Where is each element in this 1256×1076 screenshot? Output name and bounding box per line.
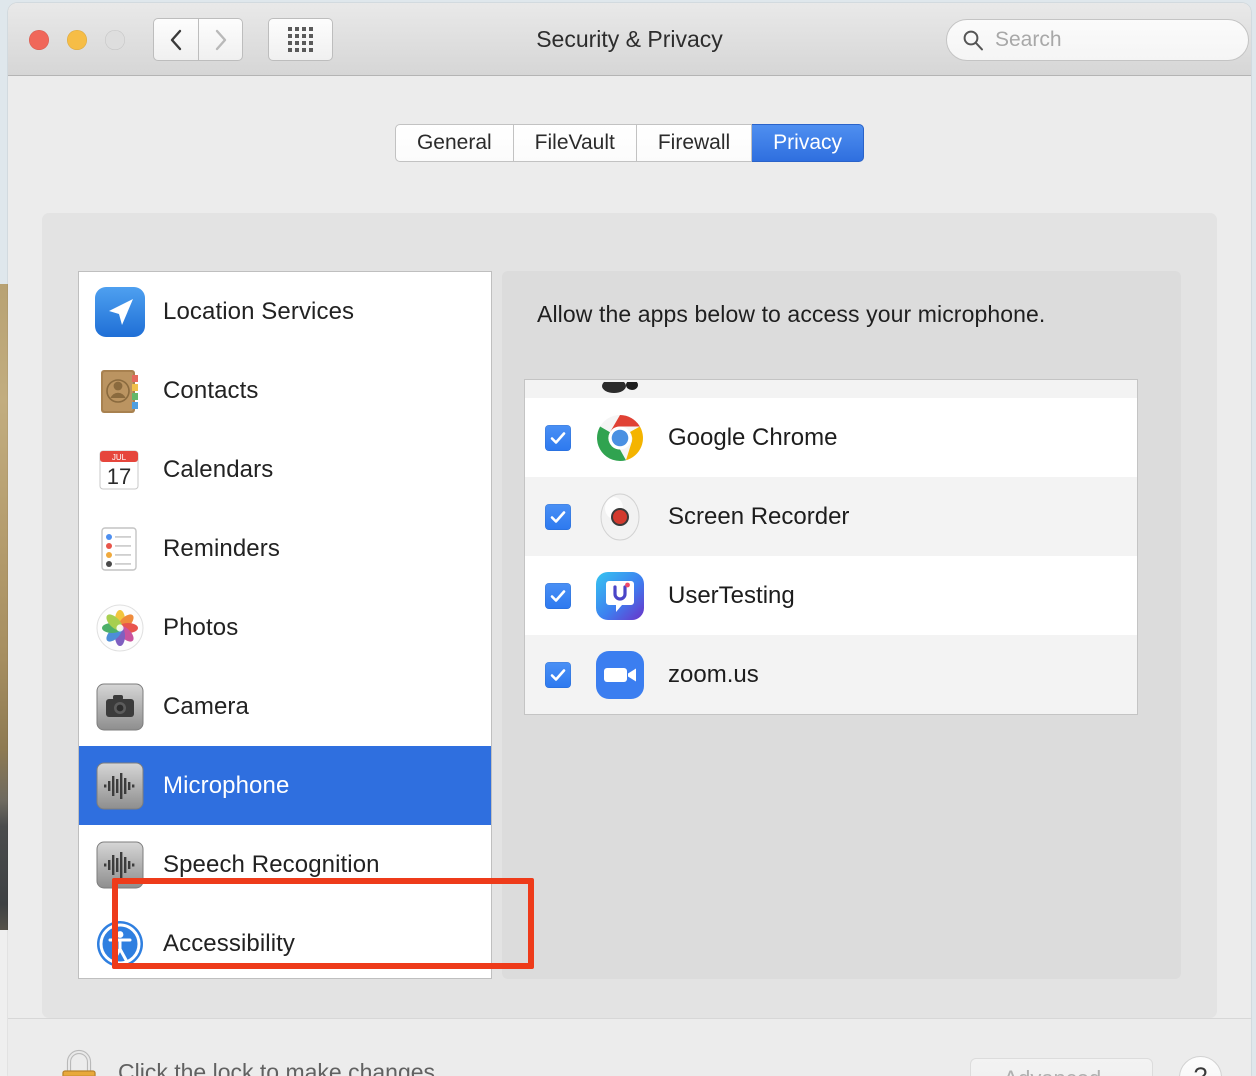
accessibility-icon: [94, 918, 146, 970]
partial-app-icon: [602, 382, 638, 393]
sidebar-item-label: Contacts: [163, 376, 259, 404]
sidebar-item-label: Speech Recognition: [163, 850, 380, 878]
help-button[interactable]: ?: [1179, 1056, 1222, 1076]
app-checkbox[interactable]: [545, 661, 571, 688]
search-field[interactable]: Search: [946, 19, 1249, 61]
privacy-pane: Location Services Contacts JUL 17 Calend…: [42, 213, 1217, 1018]
tab-firewall[interactable]: Firewall: [636, 124, 753, 162]
reminders-icon: [94, 523, 146, 575]
table-row[interactable]: Google Chrome: [525, 398, 1137, 477]
tab-filevault[interactable]: FileVault: [513, 124, 637, 162]
sidebar-item-camera[interactable]: Camera: [79, 667, 491, 746]
camera-icon: [94, 681, 146, 733]
checkmark-icon: [550, 431, 566, 444]
app-checkbox[interactable]: [545, 424, 571, 451]
sidebar-item-label: Reminders: [163, 534, 280, 562]
sidebar-item-label: Photos: [163, 613, 239, 641]
google-chrome-icon: [594, 412, 646, 464]
advanced-button: Advanced...: [970, 1058, 1153, 1076]
photos-icon: [94, 602, 146, 654]
list-item-partial[interactable]: [525, 380, 1137, 398]
sidebar-item-photos[interactable]: Photos: [79, 588, 491, 667]
sidebar-item-microphone[interactable]: Microphone: [79, 746, 491, 825]
microphone-icon: [94, 760, 146, 812]
tab-privacy[interactable]: Privacy: [752, 124, 865, 162]
sidebar-item-calendars[interactable]: JUL 17 Calendars: [79, 430, 491, 509]
sidebar-item-label: Accessibility: [163, 929, 295, 957]
privacy-category-list[interactable]: Location Services Contacts JUL 17 Calend…: [78, 271, 492, 979]
svg-text:17: 17: [107, 464, 131, 489]
table-row[interactable]: zoom.us: [525, 635, 1137, 714]
app-name: zoom.us: [668, 660, 759, 688]
window-body: General FileVault Firewall Privacy Locat…: [8, 76, 1251, 1076]
search-icon: [963, 30, 983, 51]
search-placeholder: Search: [995, 28, 1062, 51]
sidebar-item-label: Location Services: [163, 297, 355, 325]
usertesting-icon: [594, 570, 646, 622]
sidebar-item-label: Calendars: [163, 455, 274, 483]
window-titlebar: Security & Privacy Search: [8, 3, 1251, 76]
app-name: UserTesting: [668, 581, 795, 609]
contacts-icon: [94, 365, 146, 417]
speech-recognition-icon: [94, 839, 146, 891]
tab-bar: General FileVault Firewall Privacy: [8, 124, 1251, 162]
sidebar-item-accessibility[interactable]: Accessibility: [79, 904, 491, 978]
security-privacy-window: Security & Privacy Search General FileVa…: [8, 3, 1251, 1076]
window-footer: Click the lock to make changes. Advanced…: [8, 1018, 1251, 1076]
app-checkbox[interactable]: [545, 503, 571, 530]
svg-text:JUL: JUL: [112, 453, 127, 462]
calendars-icon: JUL 17: [94, 444, 146, 496]
sidebar-item-contacts[interactable]: Contacts: [79, 351, 491, 430]
app-name: Google Chrome: [668, 423, 838, 451]
checkmark-icon: [550, 668, 566, 681]
app-name: Screen Recorder: [668, 502, 850, 530]
table-row[interactable]: UserTesting: [525, 556, 1137, 635]
app-checkbox[interactable]: [545, 582, 571, 609]
sidebar-item-reminders[interactable]: Reminders: [79, 509, 491, 588]
microphone-permissions-panel: Allow the apps below to access your micr…: [502, 271, 1181, 979]
screen-recorder-icon: [594, 491, 646, 543]
sidebar-item-speech-recognition[interactable]: Speech Recognition: [79, 825, 491, 904]
app-permission-list[interactable]: Google Chrome Screen Recorder UserTestin…: [524, 379, 1138, 715]
checkmark-icon: [550, 510, 566, 523]
tab-general[interactable]: General: [394, 124, 514, 162]
checkmark-icon: [550, 589, 566, 602]
location-services-icon: [94, 286, 146, 338]
zoom-us-icon: [594, 649, 646, 701]
lock-open-icon[interactable]: [53, 1045, 105, 1076]
sidebar-item-location-services[interactable]: Location Services: [79, 272, 491, 351]
sidebar-item-label: Microphone: [163, 771, 290, 799]
sidebar-item-label: Camera: [163, 692, 249, 720]
table-row[interactable]: Screen Recorder: [525, 477, 1137, 556]
panel-description: Allow the apps below to access your micr…: [537, 301, 1046, 327]
lock-hint-text: Click the lock to make changes.: [118, 1059, 442, 1076]
